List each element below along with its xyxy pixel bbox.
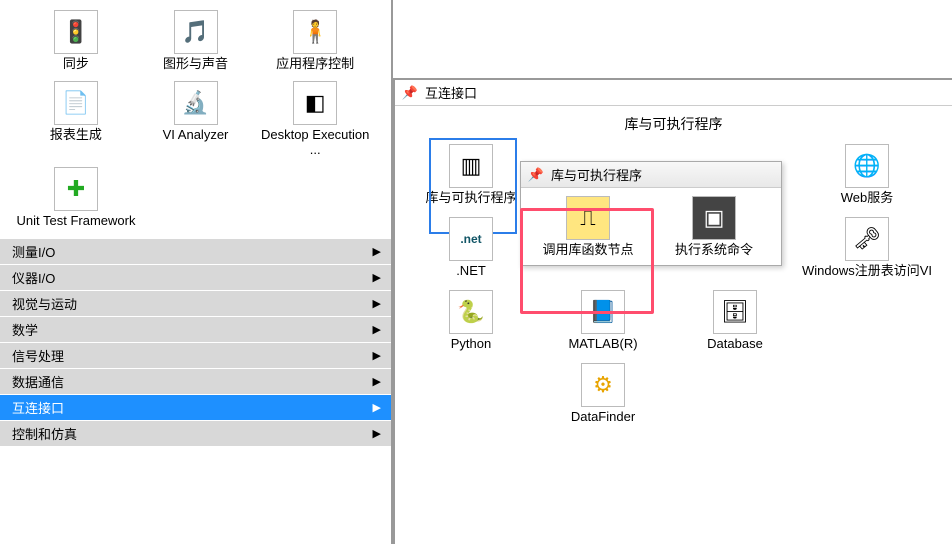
flyout-item-python[interactable]: 🐍 Python — [405, 286, 537, 359]
label: 执行系统命令 — [651, 242, 777, 257]
vi-analyzer-icon: 🔬 — [174, 81, 218, 125]
label: Unit Test Framework — [16, 213, 136, 228]
menu-vision-motion[interactable]: 视觉与运动 ▶ — [0, 290, 391, 316]
database-icon: 🗄 — [713, 290, 757, 334]
palette-item-graphics-sound[interactable]: 🎵 图形与声音 — [136, 6, 256, 77]
matlab-icon: 📘 — [581, 290, 625, 334]
app-control-icon: 🧍 — [293, 10, 337, 54]
dotnet-icon: .net — [449, 217, 493, 261]
flyout-item-libraries-executables[interactable]: ▥ 库与可执行程序 — [405, 140, 537, 213]
label: 调用库函数节点 — [525, 242, 651, 257]
subflyout-title: 库与可执行程序 — [551, 165, 642, 184]
flyout-item-blank5 — [405, 359, 537, 432]
menu-connectivity[interactable]: 互连接口 ▶ — [0, 394, 391, 420]
category-menu: 测量I/O ▶ 仪器I/O ▶ 视觉与运动 ▶ 数学 ▶ 信号处理 ▶ 数据通信 ▶ 互连接… — [0, 238, 391, 446]
palette-left-panel: 🚦 同步 🎵 图形与声音 🧍 应用程序控制 📄 报表生成 🔬 VI Analyz… — [0, 0, 393, 544]
label: 仪器I/O — [12, 268, 55, 287]
palette-item-vi-analyzer[interactable]: 🔬 VI Analyzer — [136, 77, 256, 163]
connectivity-flyout: 📌 互连接口 库与可执行程序 ▥ 库与可执行程序 🗔 🌐 Web服务 .net … — [393, 78, 952, 544]
menu-signal-processing[interactable]: 信号处理 ▶ — [0, 342, 391, 368]
label: DataFinder — [537, 409, 669, 424]
icon-grid: 🚦 同步 🎵 图形与声音 🧍 应用程序控制 📄 报表生成 🔬 VI Analyz… — [0, 0, 391, 238]
menu-instrument-io[interactable]: 仪器I/O ▶ — [0, 264, 391, 290]
section-title: 库与可执行程序 — [401, 112, 946, 140]
label: 控制和仿真 — [12, 424, 77, 443]
label: MATLAB(R) — [537, 336, 669, 351]
desktop-exec-icon: ◧ — [293, 81, 337, 125]
label: 同步 — [16, 56, 136, 71]
label: 应用程序控制 — [255, 56, 375, 71]
label: Desktop Execution ... — [255, 127, 375, 157]
unit-test-icon: ✚ — [54, 167, 98, 211]
libraries-subflyout: 📌 库与可执行程序 ⎍ 调用库函数节点 ▣ 执行系统命令 — [520, 161, 782, 266]
label: Windows注册表访问VI — [801, 263, 933, 278]
chevron-right-icon: ▶ — [373, 427, 381, 440]
chevron-right-icon: ▶ — [373, 349, 381, 362]
chevron-right-icon: ▶ — [373, 271, 381, 284]
libraries-icon: ▥ — [449, 144, 493, 188]
windows-registry-icon: 🗝 — [845, 217, 889, 261]
palette-item-sync[interactable]: 🚦 同步 — [16, 6, 136, 77]
sync-icon: 🚦 — [54, 10, 98, 54]
subflyout-header: 📌 库与可执行程序 — [521, 162, 781, 188]
flyout-item-database[interactable]: 🗄 Database — [669, 286, 801, 359]
chevron-right-icon: ▶ — [373, 297, 381, 310]
graphics-sound-icon: 🎵 — [174, 10, 218, 54]
report-gen-icon: 📄 — [54, 81, 98, 125]
chevron-right-icon: ▶ — [373, 401, 381, 414]
subflyout-item-system-exec[interactable]: ▣ 执行系统命令 — [651, 196, 777, 257]
flyout-title: 互连接口 — [425, 83, 477, 102]
palette-item-app-control[interactable]: 🧍 应用程序控制 — [255, 6, 375, 77]
palette-item-unit-test[interactable]: ✚ Unit Test Framework — [16, 163, 136, 234]
menu-math[interactable]: 数学 ▶ — [0, 316, 391, 342]
label: Web服务 — [801, 190, 933, 205]
palette-item-desktop-exec[interactable]: ◧ Desktop Execution ... — [255, 77, 375, 163]
flyout-header: 📌 互连接口 — [395, 80, 952, 106]
label: Database — [669, 336, 801, 351]
label: 数学 — [12, 320, 38, 339]
menu-control-sim[interactable]: 控制和仿真 ▶ — [0, 420, 391, 446]
chevron-right-icon: ▶ — [373, 375, 381, 388]
chevron-right-icon: ▶ — [373, 323, 381, 336]
chevron-right-icon: ▶ — [373, 245, 381, 258]
subflyout-item-call-library-node[interactable]: ⎍ 调用库函数节点 — [525, 196, 651, 257]
call-library-icon: ⎍ — [566, 196, 610, 240]
menu-measurement-io[interactable]: 测量I/O ▶ — [0, 238, 391, 264]
flyout-item-dotnet[interactable]: .net .NET — [405, 213, 537, 286]
datafinder-icon: ⚙ — [581, 363, 625, 407]
flyout-item-windows-registry[interactable]: 🗝 Windows注册表访问VI — [801, 213, 933, 286]
menu-data-comm[interactable]: 数据通信 ▶ — [0, 368, 391, 394]
label: 信号处理 — [12, 346, 64, 365]
label: 互连接口 — [12, 398, 64, 417]
flyout-item-matlab[interactable]: 📘 MATLAB(R) — [537, 286, 669, 359]
flyout-item-datafinder[interactable]: ⚙ DataFinder — [537, 359, 669, 432]
pin-icon[interactable]: 📌 — [527, 168, 545, 182]
system-exec-icon: ▣ — [692, 196, 736, 240]
flyout-item-blank4 — [801, 286, 933, 359]
label: 库与可执行程序 — [405, 190, 537, 205]
label: VI Analyzer — [136, 127, 256, 142]
label: 图形与声音 — [136, 56, 256, 71]
label: 数据通信 — [12, 372, 64, 391]
python-icon: 🐍 — [449, 290, 493, 334]
palette-item-report-gen[interactable]: 📄 报表生成 — [16, 77, 136, 163]
label: 测量I/O — [12, 242, 55, 261]
pin-icon[interactable]: 📌 — [401, 86, 419, 100]
label: 报表生成 — [16, 127, 136, 142]
label: 视觉与运动 — [12, 294, 77, 313]
label: Python — [405, 336, 537, 351]
flyout-item-web-services[interactable]: 🌐 Web服务 — [801, 140, 933, 213]
web-services-icon: 🌐 — [845, 144, 889, 188]
label: .NET — [405, 263, 537, 278]
